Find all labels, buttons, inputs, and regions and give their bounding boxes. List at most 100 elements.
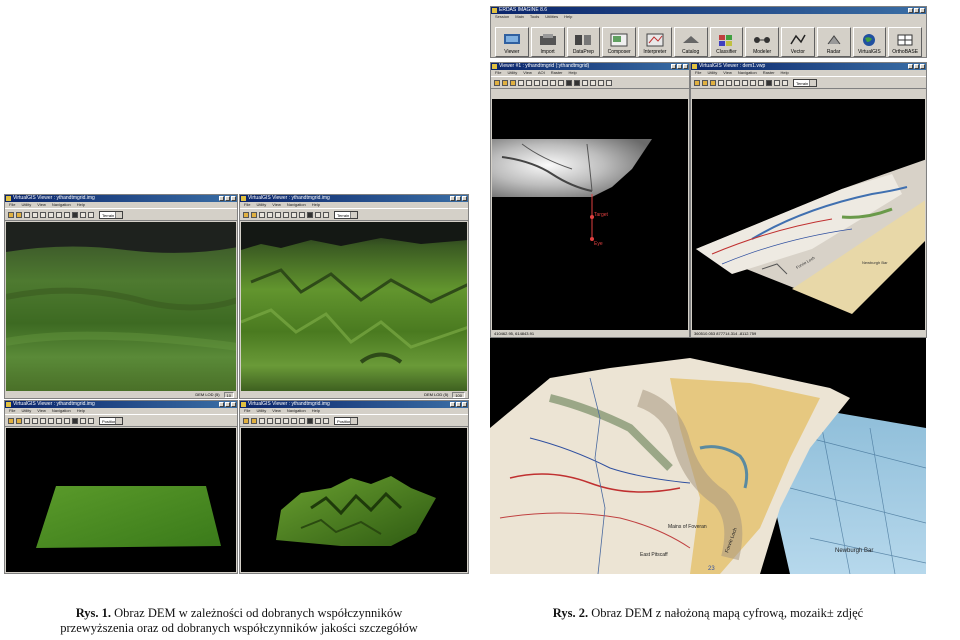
menu-help[interactable]: Help	[569, 70, 577, 76]
menu-utility[interactable]: Utility	[256, 202, 266, 208]
zoom-out-icon[interactable]	[574, 79, 580, 86]
interpreter-button[interactable]: Interpreter	[638, 27, 672, 57]
edit-icon[interactable]	[734, 79, 740, 86]
save-icon[interactable]	[267, 417, 273, 424]
table-icon[interactable]	[64, 417, 70, 424]
minimize-icon[interactable]	[219, 196, 224, 201]
menu-raster[interactable]: Raster	[763, 70, 775, 76]
vgis-map-canvas[interactable]: Newburgh Bar Forvie Loch	[692, 99, 925, 330]
close-icon[interactable]	[231, 196, 236, 201]
menu-navigation[interactable]: Navigation	[287, 202, 306, 208]
navigate-icon[interactable]	[315, 417, 321, 424]
open-icon[interactable]	[8, 417, 14, 424]
fly-icon[interactable]	[72, 417, 78, 424]
edit-icon[interactable]	[283, 211, 289, 218]
menu-utility[interactable]: Utility	[21, 202, 31, 208]
fly-icon[interactable]	[72, 211, 78, 218]
edit-icon[interactable]	[534, 79, 540, 86]
eye-marker[interactable]: Eye	[594, 241, 603, 247]
menu-navigation[interactable]: Navigation	[287, 408, 306, 414]
menu-view[interactable]: View	[723, 70, 732, 76]
viewer-button[interactable]: Viewer	[495, 27, 529, 57]
measure-icon[interactable]	[558, 79, 564, 86]
orthobase-button[interactable]: OrthoBASE	[888, 27, 922, 57]
table-icon[interactable]	[299, 417, 305, 424]
edit-icon[interactable]	[48, 417, 54, 424]
info-icon[interactable]	[542, 79, 548, 86]
fly-icon[interactable]	[307, 211, 313, 218]
maximize-icon[interactable]	[456, 196, 461, 201]
menu-utility[interactable]: Utility	[707, 70, 717, 76]
target-marker[interactable]: Target	[594, 212, 609, 218]
save-icon[interactable]	[718, 79, 724, 86]
edit-icon[interactable]	[48, 211, 54, 218]
vector-button[interactable]: Vector	[781, 27, 815, 57]
table-icon[interactable]	[550, 79, 556, 86]
plot-icon[interactable]	[782, 79, 788, 86]
open-icon[interactable]	[243, 417, 249, 424]
mode-select[interactable]: Terrain	[334, 210, 358, 219]
menu-aoi[interactable]: AOI	[538, 70, 545, 76]
menu-utility[interactable]: Utility	[507, 70, 517, 76]
menu-raster[interactable]: Raster	[551, 70, 563, 76]
print-icon[interactable]	[40, 417, 46, 424]
save-icon[interactable]	[32, 211, 38, 218]
composer-button[interactable]: Composer	[602, 27, 636, 57]
menu-view[interactable]: View	[272, 202, 281, 208]
maximize-icon[interactable]	[225, 196, 230, 201]
minimize-icon[interactable]	[450, 196, 455, 201]
menu-file[interactable]: File	[244, 202, 250, 208]
info-icon[interactable]	[56, 211, 62, 218]
menu-file[interactable]: File	[244, 408, 250, 414]
main-titlebar[interactable]: ERDAS IMAGINE 8.6	[491, 7, 926, 14]
menu-help[interactable]: Help	[77, 408, 85, 414]
menu-help[interactable]: Help	[77, 202, 85, 208]
new-icon[interactable]	[694, 79, 700, 86]
menu-session[interactable]: Session	[495, 14, 509, 20]
table-icon[interactable]	[299, 211, 305, 218]
info-icon[interactable]	[291, 211, 297, 218]
menu-help[interactable]: Help	[564, 14, 572, 20]
menu-help[interactable]: Help	[312, 202, 320, 208]
mode-select[interactable]: Position	[99, 416, 123, 425]
print-icon[interactable]	[275, 417, 281, 424]
vgis-map-titlebar[interactable]: VirtualGIS Viewer : dem1.vwp	[691, 63, 926, 70]
menu-file[interactable]: File	[695, 70, 701, 76]
open-icon[interactable]	[8, 211, 14, 218]
layer-icon[interactable]	[88, 417, 94, 424]
menu-navigation[interactable]: Navigation	[52, 408, 71, 414]
mode-select[interactable]: Position	[334, 416, 358, 425]
classifier-button[interactable]: Classifier	[709, 27, 744, 57]
vgis1-titlebar[interactable]: VirtualGIS Viewer : ythandtmgrid.img	[5, 195, 237, 202]
lod-value[interactable]: 100	[452, 392, 465, 398]
close-icon[interactable]	[683, 64, 688, 69]
close-icon[interactable]	[920, 8, 925, 13]
vgis3-canvas[interactable]	[6, 428, 236, 572]
minimize-icon[interactable]	[908, 8, 913, 13]
menu-file[interactable]: File	[9, 202, 15, 208]
viewer-titlebar[interactable]: Viewer #1 : ythandtmgrid (:ythandtmgrid)	[491, 63, 689, 70]
catalog-button[interactable]: Catalog	[673, 27, 708, 57]
navigate-icon[interactable]	[80, 417, 86, 424]
close-icon[interactable]	[462, 402, 467, 407]
layer-icon[interactable]	[758, 79, 764, 86]
zoom-in-icon[interactable]	[566, 79, 572, 86]
new-icon[interactable]	[259, 211, 265, 218]
folder-icon[interactable]	[251, 211, 257, 218]
virtualgis-button[interactable]: VirtualGIS	[852, 27, 887, 57]
print-icon[interactable]	[275, 211, 281, 218]
minimize-icon[interactable]	[671, 64, 676, 69]
menu-utilities[interactable]: Utilities	[545, 14, 558, 20]
maximize-icon[interactable]	[677, 64, 682, 69]
fly-icon[interactable]	[307, 417, 313, 424]
maximize-icon[interactable]	[456, 402, 461, 407]
maximize-icon[interactable]	[225, 402, 230, 407]
new-icon[interactable]	[24, 417, 30, 424]
table-icon[interactable]	[750, 79, 756, 86]
close-icon[interactable]	[462, 196, 467, 201]
menu-navigation[interactable]: Navigation	[738, 70, 757, 76]
open-icon[interactable]	[702, 79, 708, 86]
maximize-icon[interactable]	[914, 8, 919, 13]
save-icon[interactable]	[32, 417, 38, 424]
vgis2-titlebar[interactable]: VirtualGIS Viewer : ythandtmgrid.img	[240, 195, 468, 202]
